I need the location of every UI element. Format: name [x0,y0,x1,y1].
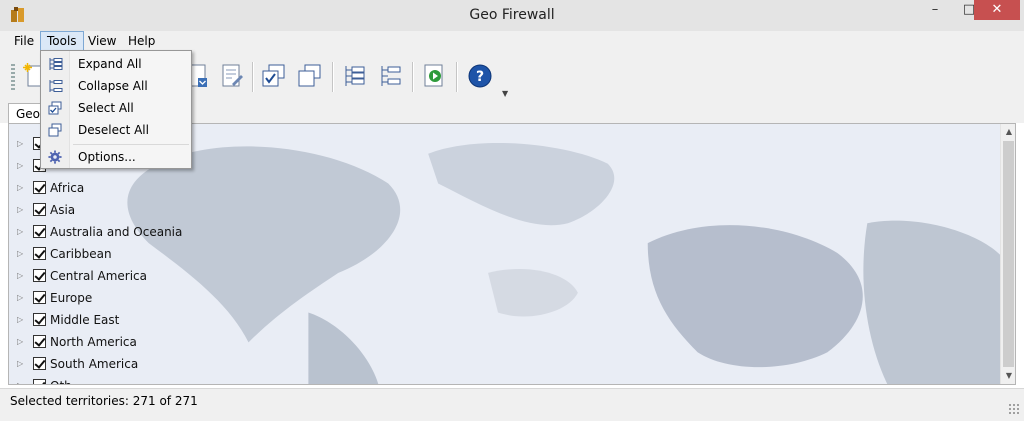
menu-tools[interactable]: Tools [40,31,84,51]
expand-arrow-icon[interactable]: ▷ [17,133,23,155]
toolbar-overflow-chevron-icon[interactable]: ▼ [502,89,508,98]
collapse-tree-icon [49,80,63,92]
tree-row-label: Central America [50,269,148,283]
tree-row-label: Europe [50,291,93,305]
tree-row-label: Oth [50,375,72,384]
menu-bar: File Tools View Help [0,31,1024,51]
select-all-icon [48,101,62,115]
apply-rules-icon[interactable] [420,62,448,90]
toolbar-separator [252,62,254,92]
help-icon[interactable]: ? [466,62,494,90]
select-all-windows-icon[interactable] [260,62,288,90]
expand-arrow-icon[interactable]: ▷ [17,287,23,309]
checkbox[interactable] [33,291,46,304]
menu-separator [73,144,189,145]
scroll-up-arrow-icon[interactable]: ▲ [1001,124,1015,140]
edit-list-icon[interactable] [218,62,246,90]
expand-arrow-icon[interactable]: ▷ [17,309,23,331]
tree-row-label: Africa [50,181,85,195]
checkbox[interactable] [33,225,46,238]
expand-arrow-icon[interactable]: ▷ [17,177,23,199]
menu-item-select-all[interactable]: Select All [41,97,191,119]
checkbox[interactable] [33,269,46,282]
expand-arrow-icon[interactable]: ▷ [17,221,23,243]
tree-row-label: Middle East [50,313,120,327]
tools-dropdown-menu: Expand All Collapse All Select All Desel… [40,50,192,169]
resize-grip-icon[interactable] [1008,403,1020,415]
deselect-all-icon [48,123,62,137]
tree-row-label: South America [50,357,139,371]
collapse-tree-icon[interactable] [376,62,404,90]
expand-arrow-icon[interactable]: ▷ [17,243,23,265]
menu-help[interactable]: Help [122,32,161,50]
svg-text:?: ? [476,69,484,85]
expand-arrow-icon[interactable]: ▷ [17,375,23,384]
deselect-all-windows-icon[interactable] [296,62,324,90]
menu-item-label: Options... [78,150,136,164]
minimize-button[interactable]: – [918,0,952,20]
checkbox[interactable] [33,379,46,384]
toolbar-separator [412,62,414,92]
checkbox[interactable] [33,181,46,194]
menu-item-label: Expand All [78,57,142,71]
tree-row-label: Asia [50,203,76,217]
checkbox[interactable] [33,313,46,326]
expand-arrow-icon[interactable]: ▷ [17,199,23,221]
tree-row-label: Caribbean [50,247,112,261]
tab-geo[interactable]: Geo [8,103,44,123]
vertical-scrollbar[interactable]: ▲ ▼ [1000,124,1015,384]
toolbar-grip[interactable] [11,64,15,90]
expand-tree-icon [49,58,63,70]
expand-arrow-icon[interactable]: ▷ [17,331,23,353]
tree-row-label: North America [50,335,137,349]
expand-arrow-icon[interactable]: ▷ [17,155,23,177]
toolbar-separator [456,62,458,92]
checkbox[interactable] [33,247,46,260]
status-text: Selected territories: 271 of 271 [10,394,198,408]
menu-item-label: Collapse All [78,79,148,93]
menu-item-options[interactable]: Options... [41,146,191,168]
gear-icon [48,150,62,164]
menu-item-expand-all[interactable]: Expand All [41,53,191,75]
menu-item-deselect-all[interactable]: Deselect All [41,119,191,141]
checkbox[interactable] [33,357,46,370]
close-button[interactable]: ✕ [974,0,1020,20]
tree-row-label: Australia and Oceania [50,225,183,239]
menu-item-label: Select All [78,101,134,115]
title-bar: Geo Firewall – □ ✕ [0,0,1024,31]
checkbox[interactable] [33,335,46,348]
toolbar-separator [332,62,334,92]
expand-arrow-icon[interactable]: ▷ [17,265,23,287]
window-title: Geo Firewall [469,7,555,23]
scroll-down-arrow-icon[interactable]: ▼ [1001,368,1015,384]
scroll-thumb[interactable] [1003,141,1014,367]
menu-view[interactable]: View [82,32,122,50]
expand-tree-icon[interactable] [340,62,368,90]
expand-arrow-icon[interactable]: ▷ [17,353,23,375]
menu-item-label: Deselect All [78,123,149,137]
status-bar: Selected territories: 271 of 271 [0,388,1024,421]
checkbox[interactable] [33,203,46,216]
menu-item-collapse-all[interactable]: Collapse All [41,75,191,97]
menu-file[interactable]: File [8,32,40,50]
